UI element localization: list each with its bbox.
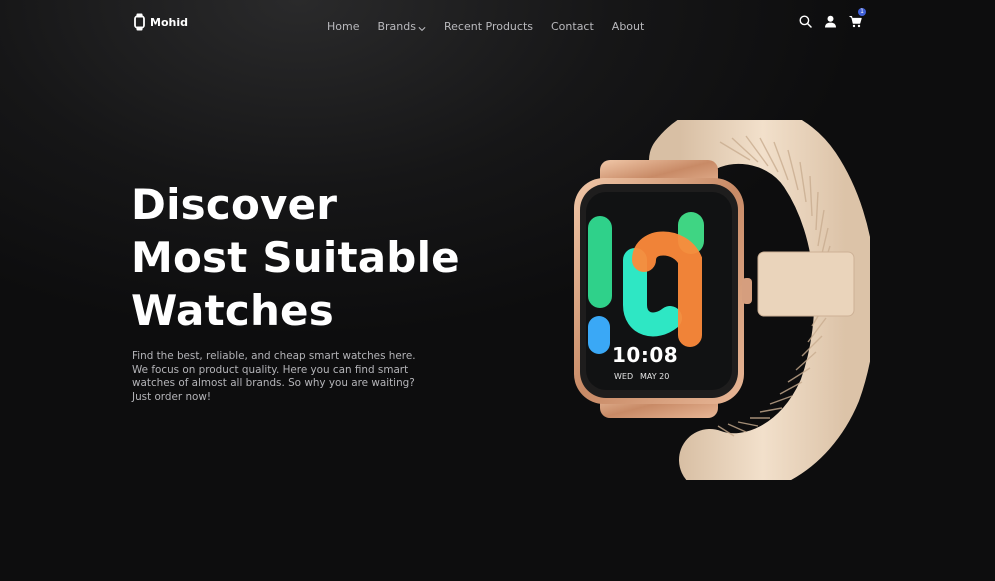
hero-title-line: Watches bbox=[131, 286, 334, 335]
watch-screen-day: WED bbox=[614, 372, 634, 381]
brand-name: Mohid bbox=[150, 15, 188, 29]
nav-item-about: About bbox=[612, 15, 645, 34]
nav-menu: Home Brands Recent Products Contact Abou… bbox=[327, 15, 662, 34]
cart-icon[interactable]: 1 bbox=[849, 8, 866, 28]
hero-title-line: Most Suitable bbox=[131, 233, 460, 282]
watch-icon bbox=[134, 13, 145, 31]
hero-title-line: Discover bbox=[131, 180, 338, 229]
smartwatch-product-image bbox=[560, 101, 877, 496]
nav-item-home: Home bbox=[327, 15, 359, 34]
nav-link-about[interactable]: About bbox=[612, 20, 645, 33]
page: Mohid Home Brands Recent Products Contac… bbox=[0, 0, 995, 581]
nav-link-home[interactable]: Home bbox=[327, 20, 359, 33]
nav-link-brands[interactable]: Brands bbox=[377, 20, 426, 33]
nav-item-recent-products: Recent Products bbox=[444, 15, 533, 34]
nav-link-recent-products[interactable]: Recent Products bbox=[444, 20, 533, 33]
brand-logo-link[interactable]: Mohid bbox=[134, 13, 188, 31]
nav-actions: 1 bbox=[799, 8, 866, 28]
hero-description: Find the best, reliable, and cheap smart… bbox=[132, 350, 416, 403]
hero-title: Discover Most Suitable Watches bbox=[131, 178, 471, 337]
watch-screen-time: 10:08 bbox=[612, 343, 679, 367]
nav-link-brands-label: Brands bbox=[377, 20, 416, 33]
search-icon[interactable] bbox=[799, 13, 812, 28]
nav-item-brands: Brands bbox=[377, 15, 426, 34]
cart-count-badge: 1 bbox=[858, 8, 866, 16]
nav-item-contact: Contact bbox=[551, 15, 594, 34]
nav-link-contact[interactable]: Contact bbox=[551, 20, 594, 33]
chevron-down-icon bbox=[418, 23, 426, 31]
user-icon[interactable] bbox=[824, 13, 837, 28]
navbar: Mohid Home Brands Recent Products Contac… bbox=[0, 0, 995, 44]
watch-screen-date: MAY 20 bbox=[640, 372, 670, 381]
